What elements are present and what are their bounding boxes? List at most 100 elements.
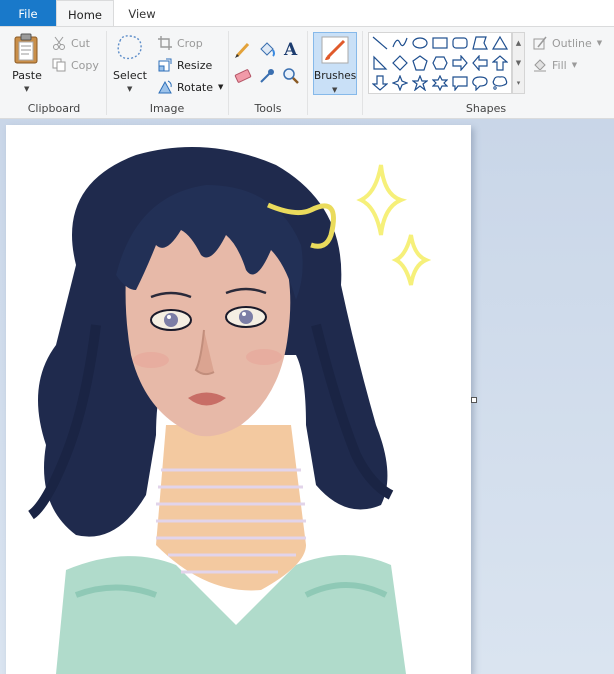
down-arrow-shape-icon: [372, 75, 388, 91]
rotate-button[interactable]: Rotate ▼: [158, 80, 223, 94]
fill-bucket-icon: [534, 59, 546, 72]
crop-label: Crop: [177, 36, 203, 50]
fill-tool[interactable]: [258, 41, 276, 59]
magnifier-tool[interactable]: [282, 67, 300, 85]
crop-button[interactable]: Crop: [158, 36, 203, 50]
shape-line[interactable]: [371, 34, 389, 52]
shape-right-arrow[interactable]: [451, 54, 469, 72]
brushes-label: Brushes: [314, 70, 357, 82]
shape-left-arrow[interactable]: [471, 54, 489, 72]
diamond-shape-icon: [392, 55, 408, 71]
crop-icon: [158, 36, 172, 50]
shape-hexagon[interactable]: [431, 54, 449, 72]
shape-diamond[interactable]: [391, 54, 409, 72]
pencil-icon: [235, 42, 250, 58]
right-triangle-shape-icon: [373, 55, 388, 70]
five-point-star-shape-icon: [412, 75, 428, 91]
shapes-group-label: Shapes: [465, 102, 507, 115]
polygon-shape-icon: [472, 36, 488, 50]
tab-view[interactable]: View: [118, 0, 166, 27]
rect-callout-shape-icon: [452, 76, 468, 91]
tools-group-label: Tools: [254, 102, 282, 115]
oval-callout-shape-icon: [472, 76, 488, 91]
shapes-gallery: [368, 32, 512, 94]
shape-rounded-rectangle[interactable]: [451, 34, 469, 52]
cut-label: Cut: [71, 36, 90, 50]
shape-rectangle[interactable]: [431, 34, 449, 52]
rotate-dropdown-icon: ▼: [218, 83, 224, 91]
shape-pentagon[interactable]: [411, 54, 429, 72]
divider: [362, 31, 363, 115]
shape-five-point-star[interactable]: [411, 74, 429, 92]
shape-oval[interactable]: [411, 34, 429, 52]
canvas-resize-handle[interactable]: [471, 397, 477, 403]
scroll-up-icon[interactable]: ▲: [513, 33, 524, 53]
shape-four-point-star[interactable]: [391, 74, 409, 92]
tab-home[interactable]: Home: [56, 0, 114, 27]
magnifier-icon: [283, 68, 299, 84]
pencil-tool[interactable]: [234, 41, 252, 59]
portrait-drawing: [27, 147, 432, 674]
fill-button[interactable]: Fill ▼: [533, 58, 577, 72]
scissors-icon: [53, 36, 65, 50]
rotate-label: Rotate: [177, 80, 214, 94]
six-point-star-shape-icon: [432, 75, 448, 91]
paint-bucket-icon: [260, 42, 275, 57]
resize-button[interactable]: Resize: [158, 58, 212, 72]
divider: [228, 31, 229, 115]
select-dropdown-icon: ▼: [127, 85, 133, 93]
select-icon: [117, 35, 142, 60]
text-tool[interactable]: A: [282, 39, 300, 60]
paste-label: Paste: [12, 69, 42, 82]
shape-up-arrow[interactable]: [491, 54, 509, 72]
tab-file[interactable]: File: [0, 0, 56, 27]
select-button[interactable]: Select ▼: [110, 31, 150, 95]
clipboard-icon: [14, 33, 38, 64]
shape-rect-callout[interactable]: [451, 74, 469, 92]
copy-button[interactable]: Copy: [52, 58, 99, 72]
drawing-canvas[interactable]: [6, 125, 471, 674]
shape-curve[interactable]: [391, 34, 409, 52]
brush-icon: [321, 36, 349, 64]
eraser-tool[interactable]: [234, 67, 252, 85]
eraser-icon: [234, 69, 252, 83]
scroll-down-icon[interactable]: ▼: [513, 53, 524, 73]
outline-label: Outline: [552, 36, 592, 50]
outline-button[interactable]: Outline ▼: [533, 36, 602, 50]
gallery-expand-icon[interactable]: ▾: [513, 73, 524, 93]
cut-button[interactable]: Cut: [52, 36, 90, 50]
line-shape-icon: [372, 36, 388, 50]
right-arrow-shape-icon: [452, 55, 468, 71]
rotate-icon: [158, 80, 172, 94]
rounded-rectangle-shape-icon: [452, 37, 468, 49]
color-picker-tool[interactable]: [258, 67, 276, 85]
shapes-scrollbar[interactable]: ▲ ▼ ▾: [512, 32, 525, 94]
brushes-button[interactable]: Brushes ▼: [313, 32, 357, 95]
shape-right-triangle[interactable]: [371, 54, 389, 72]
eyedropper-icon: [260, 69, 274, 83]
rectangle-shape-icon: [432, 37, 448, 49]
image-group-label: Image: [149, 102, 185, 115]
shape-oval-callout[interactable]: [471, 74, 489, 92]
paste-button[interactable]: Paste ▼: [8, 31, 46, 95]
outline-dropdown-icon: ▼: [596, 39, 603, 47]
copy-icon: [52, 58, 66, 72]
cloud-callout-shape-icon: [492, 76, 508, 90]
shape-polygon[interactable]: [471, 34, 489, 52]
shape-down-arrow[interactable]: [371, 74, 389, 92]
copy-label: Copy: [71, 58, 99, 72]
paste-dropdown-icon: ▼: [24, 85, 30, 93]
shape-six-point-star[interactable]: [431, 74, 449, 92]
brushes-dropdown-icon: ▼: [332, 86, 338, 94]
divider: [106, 31, 107, 115]
four-point-star-shape-icon: [392, 75, 408, 91]
workspace: [0, 119, 614, 674]
shape-triangle[interactable]: [491, 34, 509, 52]
shape-cloud-callout[interactable]: [491, 74, 509, 92]
select-label: Select: [113, 69, 147, 82]
fill-dropdown-icon: ▼: [571, 61, 578, 69]
pentagon-shape-icon: [412, 55, 428, 71]
text-icon: A: [283, 40, 298, 60]
resize-icon: [158, 58, 172, 72]
outline-icon: [533, 36, 547, 50]
